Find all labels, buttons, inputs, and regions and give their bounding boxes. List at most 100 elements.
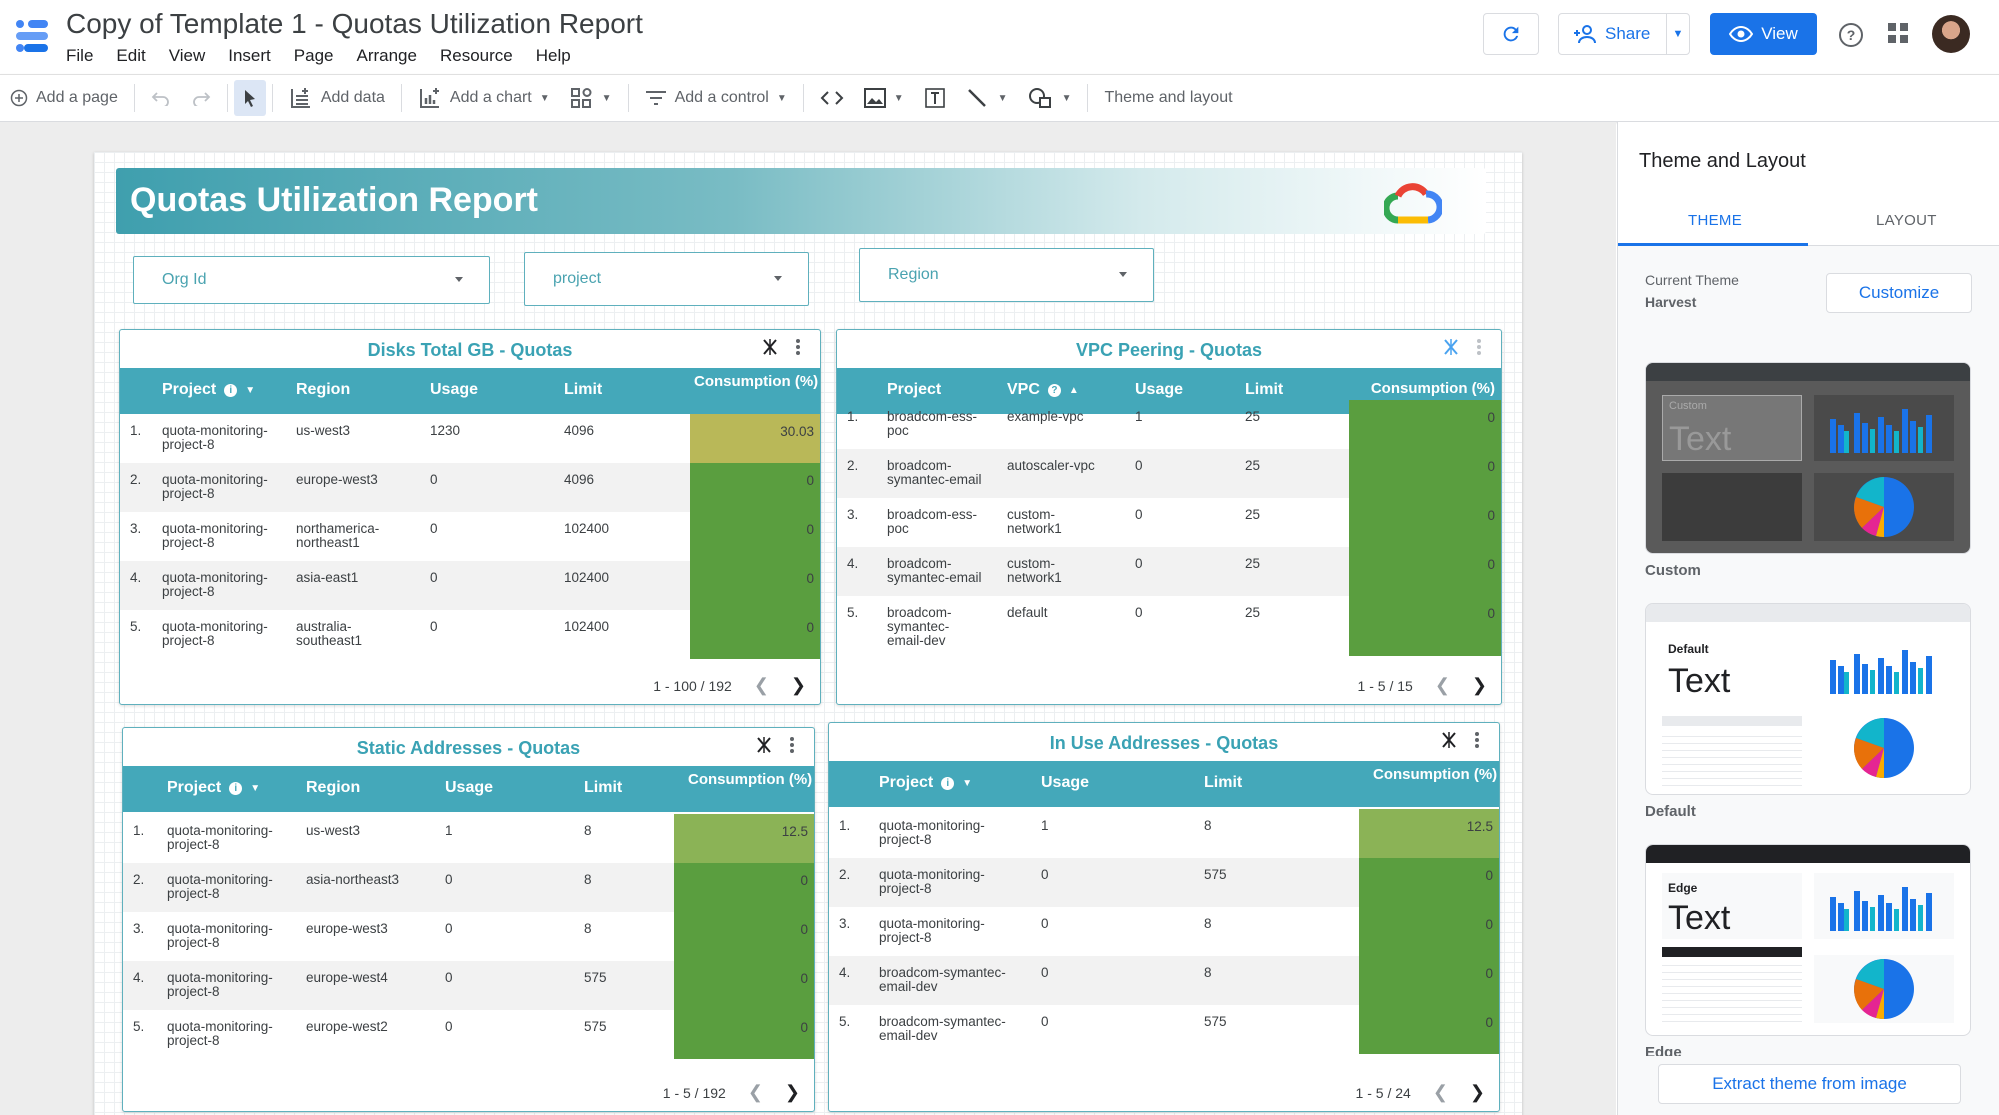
chevron-left-icon[interactable]: ❮: [1435, 675, 1450, 696]
column-header-region[interactable]: Region: [296, 381, 350, 399]
in-use-addresses-quota-table[interactable]: In Use Addresses - Quotas Project i ▼ Usag…: [828, 722, 1500, 1112]
table-row[interactable]: 3. quota-monitoring-project-8 northameri…: [120, 512, 820, 561]
more-vert-icon[interactable]: [1477, 339, 1481, 355]
disks-quota-table[interactable]: Disks Total GB - Quotas Project i ▼ Region…: [119, 329, 821, 705]
refresh-button[interactable]: [1483, 13, 1539, 55]
add-chart-button[interactable]: Add a chart ▼: [408, 80, 560, 116]
text-box-button[interactable]: [914, 80, 956, 116]
more-vert-icon[interactable]: [1475, 732, 1479, 748]
table-row[interactable]: 4. broadcom-symantec-email-dev 0 8 0: [829, 956, 1499, 1005]
column-header-consumption[interactable]: Consumption (%): [1373, 767, 1497, 783]
table-row[interactable]: 5. quota-monitoring-project-8 europe-wes…: [123, 1010, 814, 1059]
table-row[interactable]: 5. quota-monitoring-project-8 australia-…: [120, 610, 820, 659]
column-header-consumption[interactable]: Consumption (%): [688, 772, 812, 788]
chevron-right-icon[interactable]: ❯: [1472, 675, 1487, 696]
chevron-left-icon[interactable]: ❮: [754, 675, 769, 696]
table-row[interactable]: 1. quota-monitoring-project-8 us-west3 1…: [120, 414, 820, 463]
add-page-button[interactable]: Add a page: [0, 80, 128, 116]
table-row[interactable]: 4. quota-monitoring-project-8 europe-wes…: [123, 961, 814, 1010]
theme-layout-button[interactable]: Theme and layout: [1094, 80, 1242, 116]
table-row[interactable]: 1. quota-monitoring-project-8 1 8 12.5: [829, 809, 1499, 858]
view-button[interactable]: View: [1710, 13, 1817, 55]
column-header-consumption[interactable]: Consumption (%): [694, 374, 818, 390]
vpc-peering-quota-table[interactable]: VPC Peering - Quotas Project VPC? ▲ Usage…: [836, 329, 1502, 705]
column-header-limit[interactable]: Limit: [584, 779, 622, 797]
embed-code-button[interactable]: [810, 80, 854, 116]
cross-filter-icon[interactable]: [756, 736, 772, 754]
theme-card-edge[interactable]: Edge Text: [1645, 844, 1971, 1036]
image-button[interactable]: ▼: [854, 80, 914, 116]
share-dropdown-icon[interactable]: ▼: [1667, 28, 1689, 40]
table-row[interactable]: 1. broadcom-ess-poc example-vpc 1 25 0: [837, 400, 1501, 449]
table-row[interactable]: 2. quota-monitoring-project-8 asia-north…: [123, 863, 814, 912]
menu-view[interactable]: View: [169, 46, 206, 66]
more-vert-icon[interactable]: [796, 339, 800, 355]
table-row[interactable]: 5. broadcom-symantec-email-dev default 0…: [837, 596, 1501, 656]
customize-button[interactable]: Customize: [1826, 273, 1972, 313]
tab-theme[interactable]: THEME: [1688, 212, 1742, 229]
menu-page[interactable]: Page: [294, 46, 334, 66]
more-vert-icon[interactable]: [790, 737, 794, 753]
column-header-region[interactable]: Region: [306, 779, 360, 797]
menu-resource[interactable]: Resource: [440, 46, 513, 66]
report-header-banner[interactable]: Quotas Utilization Report: [116, 168, 1486, 234]
table-row[interactable]: 4. quota-monitoring-project-8 asia-east1…: [120, 561, 820, 610]
column-header-project[interactable]: Project: [887, 381, 941, 399]
region-filter[interactable]: Region: [859, 248, 1154, 302]
table-row[interactable]: 4. broadcom-symantec-email custom-networ…: [837, 547, 1501, 596]
community-viz-button[interactable]: ▼: [560, 80, 622, 116]
column-header-project[interactable]: Project i ▼: [167, 779, 260, 797]
project-filter[interactable]: project: [524, 252, 809, 306]
column-header-limit[interactable]: Limit: [564, 381, 602, 399]
table-row[interactable]: 2. broadcom-symantec-email autoscaler-vp…: [837, 449, 1501, 498]
tab-layout[interactable]: LAYOUT: [1876, 212, 1937, 229]
theme-card-custom[interactable]: Custom Text: [1645, 362, 1971, 554]
chevron-right-icon[interactable]: ❯: [785, 1082, 800, 1103]
shape-tool-button[interactable]: ▼: [1018, 80, 1082, 116]
undo-button[interactable]: [141, 80, 181, 116]
column-header-limit[interactable]: Limit: [1204, 774, 1242, 792]
table-row[interactable]: 3. broadcom-ess-poc custom-network1 0 25…: [837, 498, 1501, 547]
table-row[interactable]: 5. broadcom-symantec-email-dev 0 575 0: [829, 1005, 1499, 1054]
menu-arrange[interactable]: Arrange: [356, 46, 416, 66]
column-header-project[interactable]: Project i ▼: [162, 381, 255, 399]
document-title[interactable]: Copy of Template 1 - Quotas Utilization …: [66, 8, 643, 40]
table-row[interactable]: 3. quota-monitoring-project-8 europe-wes…: [123, 912, 814, 961]
add-data-button[interactable]: Add data: [279, 80, 395, 116]
apps-grid-icon[interactable]: [1887, 22, 1909, 44]
column-header-usage[interactable]: Usage: [1135, 381, 1183, 399]
cross-filter-icon[interactable]: [1441, 731, 1457, 749]
cross-filter-icon[interactable]: [762, 338, 778, 356]
cross-filter-icon[interactable]: [1443, 338, 1459, 356]
menu-insert[interactable]: Insert: [228, 46, 271, 66]
chevron-right-icon[interactable]: ❯: [791, 675, 806, 696]
table-row[interactable]: 2. quota-monitoring-project-8 europe-wes…: [120, 463, 820, 512]
help-icon[interactable]: ?: [1838, 22, 1864, 48]
org-id-filter[interactable]: Org Id: [133, 256, 490, 304]
account-avatar[interactable]: [1932, 15, 1970, 53]
column-header-usage[interactable]: Usage: [1041, 774, 1089, 792]
extract-theme-button[interactable]: Extract theme from image: [1658, 1064, 1961, 1104]
column-header-limit[interactable]: Limit: [1245, 381, 1283, 399]
select-tool-button[interactable]: [233, 80, 266, 116]
column-header-vpc[interactable]: VPC? ▲: [1007, 381, 1079, 399]
column-header-consumption[interactable]: Consumption (%): [1345, 381, 1495, 397]
add-control-button[interactable]: Add a control ▼: [635, 80, 797, 116]
menu-file[interactable]: File: [66, 46, 93, 66]
static-addresses-quota-table[interactable]: Static Addresses - Quotas Project i ▼ Regi…: [122, 727, 815, 1112]
chevron-right-icon[interactable]: ❯: [1470, 1082, 1485, 1103]
table-row[interactable]: 1. quota-monitoring-project-8 us-west3 1…: [123, 814, 814, 863]
table-row[interactable]: 3. quota-monitoring-project-8 0 8 0: [829, 907, 1499, 956]
column-header-usage[interactable]: Usage: [430, 381, 478, 399]
menu-edit[interactable]: Edit: [116, 46, 145, 66]
column-header-usage[interactable]: Usage: [445, 779, 493, 797]
share-button[interactable]: Share: [1559, 14, 1667, 54]
menu-help[interactable]: Help: [536, 46, 571, 66]
table-row[interactable]: 2. quota-monitoring-project-8 0 575 0: [829, 858, 1499, 907]
line-tool-button[interactable]: ▼: [956, 80, 1018, 116]
chevron-left-icon[interactable]: ❮: [1433, 1082, 1448, 1103]
theme-card-default[interactable]: Default Text: [1645, 603, 1971, 795]
redo-button[interactable]: [181, 80, 221, 116]
data-studio-logo-icon[interactable]: [14, 18, 50, 54]
chevron-left-icon[interactable]: ❮: [748, 1082, 763, 1103]
